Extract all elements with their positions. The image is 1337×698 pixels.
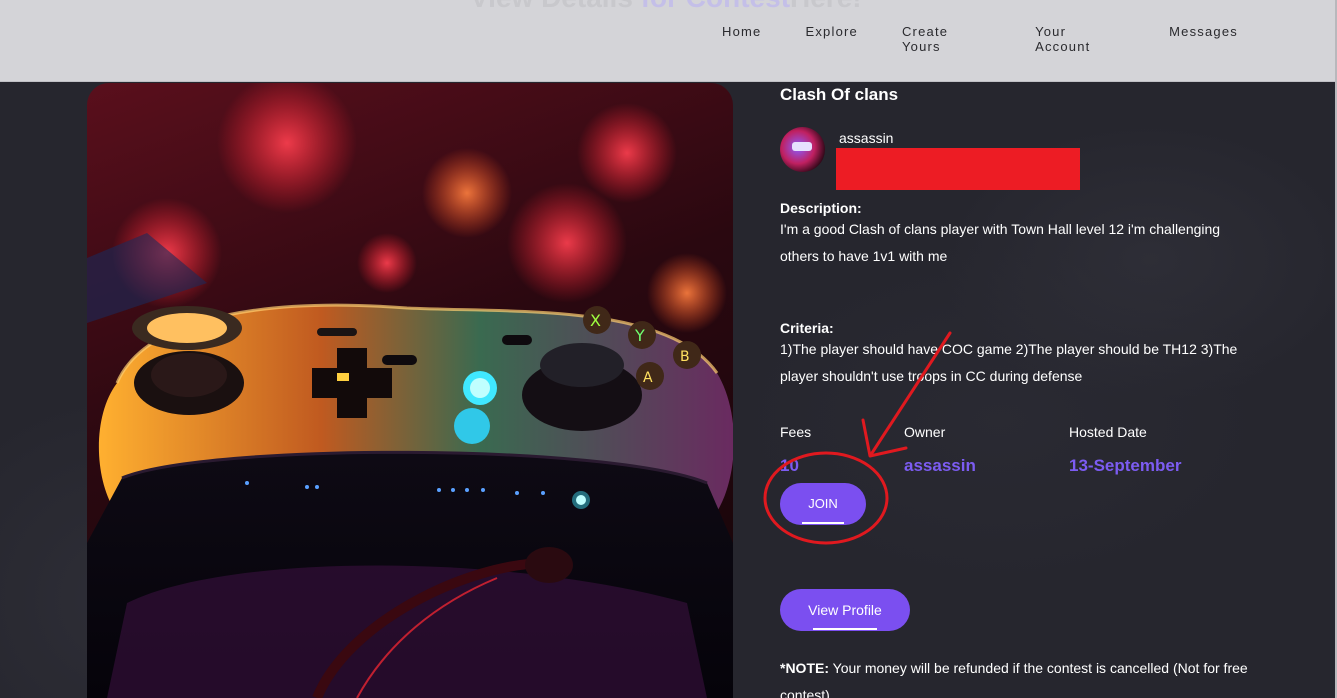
main-nav: Home Explore Create Yours Your Account M… <box>700 24 1260 54</box>
redaction-block <box>836 148 1080 190</box>
heading-accent: for Contest <box>641 0 790 13</box>
nav-create-yours[interactable]: Create Yours <box>880 24 1013 54</box>
hosted-date-value: 13-September <box>1069 456 1182 475</box>
user-avatar[interactable] <box>780 127 825 172</box>
top-navbar: View Details for ContestHere! Home Explo… <box>0 0 1337 82</box>
criteria-text: 1)The player should have COC game 2)The … <box>780 341 1238 384</box>
author-name: assassin <box>839 130 894 146</box>
nav-home[interactable]: Home <box>700 24 783 54</box>
contest-image: X Y A B <box>87 83 733 698</box>
note-prefix: *NOTE: <box>780 660 829 676</box>
owner-value: assassin <box>904 456 976 475</box>
view-profile-underline <box>813 628 877 630</box>
svg-text:Y: Y <box>634 326 645 345</box>
join-label: JOIN <box>808 496 838 511</box>
criteria-label: Criteria: <box>780 320 834 336</box>
heading-plain: View Details <box>470 0 641 13</box>
svg-text:B: B <box>680 349 690 365</box>
fees-label: Fees <box>780 424 812 440</box>
hosted-date-label: Hosted Date <box>1069 424 1147 440</box>
nav-your-account[interactable]: Your Account <box>1013 24 1147 54</box>
note-text: Your money will be refunded if the conte… <box>780 660 1248 698</box>
game-controller-image: X Y A B <box>87 83 733 698</box>
join-underline <box>802 522 844 524</box>
contest-title: Clash Of clans <box>780 85 899 104</box>
refund-note: *NOTE: Your money will be refunded if th… <box>780 655 1270 698</box>
owner-label: Owner <box>904 424 946 440</box>
join-button[interactable]: JOIN <box>780 483 866 525</box>
view-profile-button[interactable]: View Profile <box>780 589 910 631</box>
svg-text:A: A <box>643 370 653 386</box>
nav-messages[interactable]: Messages <box>1147 24 1260 54</box>
description-label: Description: <box>780 200 862 216</box>
heading-tail: Here! <box>790 0 862 13</box>
description-text: I'm a good Clash of clans player with To… <box>780 221 1221 264</box>
fees-value: 10 <box>780 456 799 475</box>
svg-text:X: X <box>590 311 601 330</box>
page-heading: View Details for ContestHere! <box>470 0 862 14</box>
nav-explore[interactable]: Explore <box>783 24 879 54</box>
view-profile-label: View Profile <box>808 602 882 618</box>
